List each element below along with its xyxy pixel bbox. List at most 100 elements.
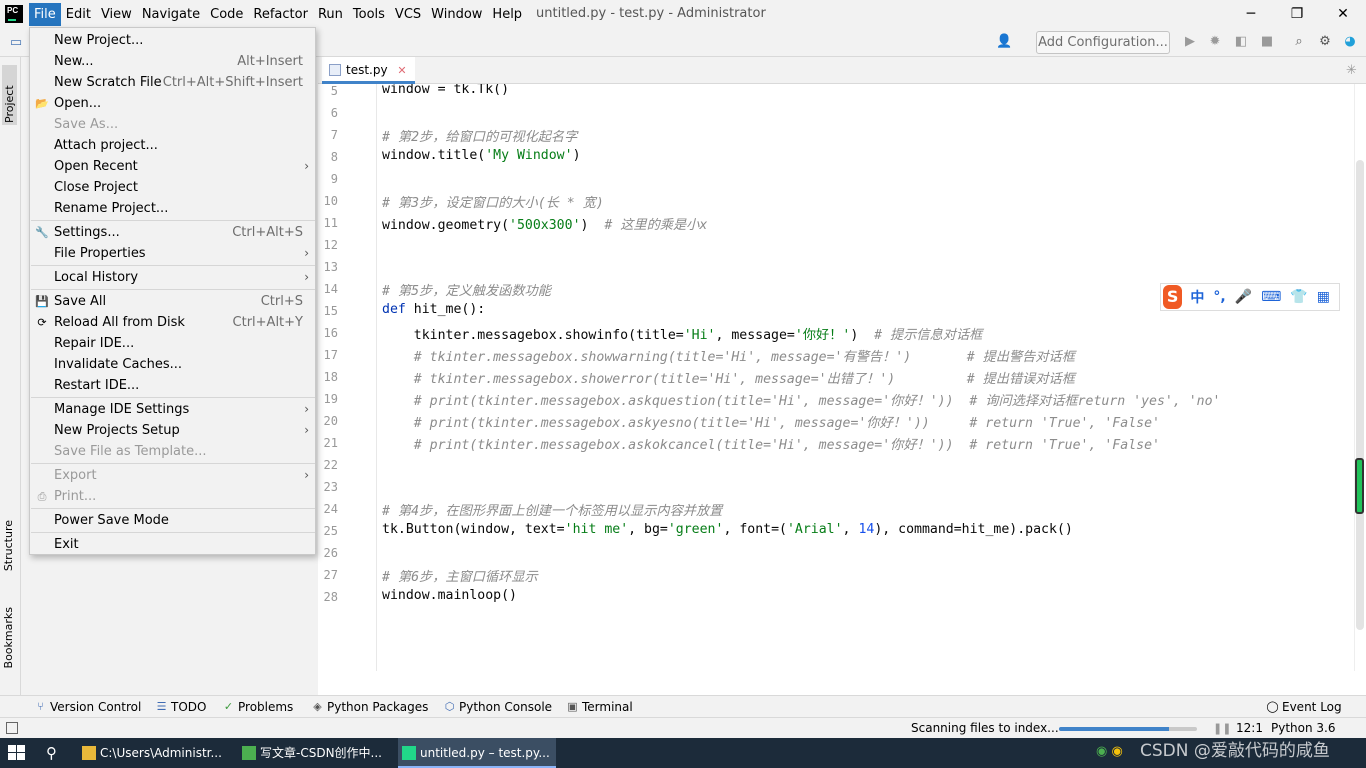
- file-menu-new[interactable]: New... Alt+Insert: [30, 51, 315, 72]
- ime-item[interactable]: 👕: [1290, 289, 1307, 305]
- search-icon[interactable]: ⚲: [46, 744, 57, 762]
- menu-view[interactable]: View: [96, 3, 137, 26]
- code-line[interactable]: def hit_me():: [382, 302, 485, 317]
- shield-icon[interactable]: ◉: [1111, 744, 1122, 759]
- run-icon[interactable]: ▶: [1182, 34, 1198, 50]
- file-menu-rename-project[interactable]: Rename Project...: [30, 198, 315, 219]
- menu-item-label: Repair IDE...: [54, 336, 135, 351]
- file-menu-new-projects-setup[interactable]: New Projects Setup ›: [30, 420, 315, 441]
- debug-icon[interactable]: ✹: [1207, 34, 1223, 50]
- tab-bookmarks[interactable]: Bookmarks: [2, 607, 15, 668]
- file-menu-repair-ide[interactable]: Repair IDE...: [30, 333, 315, 354]
- file-menu-local-history[interactable]: Local History ›: [30, 267, 315, 288]
- restore-button[interactable]: ❐: [1274, 0, 1320, 29]
- file-menu-restart-ide[interactable]: Restart IDE...: [30, 375, 315, 396]
- menu-help[interactable]: Help: [487, 3, 527, 26]
- layout-icon[interactable]: ▭: [8, 35, 24, 51]
- file-menu-exit[interactable]: Exit: [30, 534, 315, 555]
- user-icon[interactable]: 👤: [996, 34, 1012, 50]
- code-line[interactable]: # tkinter.messagebox.showwarning(title='…: [382, 346, 1075, 365]
- menu-file[interactable]: File: [29, 3, 61, 26]
- menu-window[interactable]: Window: [426, 3, 487, 26]
- python-icon: ⬡: [444, 700, 455, 713]
- menu-vcs[interactable]: VCS: [390, 3, 426, 26]
- file-menu-new-project[interactable]: New Project...: [30, 30, 315, 51]
- code-line[interactable]: tkinter.messagebox.showinfo(title='Hi', …: [382, 324, 983, 343]
- code-line[interactable]: window.mainloop(): [382, 588, 517, 603]
- menu-refactor[interactable]: Refactor: [248, 3, 313, 26]
- coverage-icon[interactable]: ◧: [1233, 34, 1249, 50]
- tool-window-version-control[interactable]: ⑂ Version Control: [34, 699, 141, 715]
- app-icon: [242, 746, 256, 760]
- file-menu-new-scratch-file[interactable]: New Scratch File Ctrl+Alt+Shift+Insert: [30, 72, 315, 93]
- taskbar-app[interactable]: C:\Users\Administr...: [78, 738, 230, 768]
- code-editor[interactable]: window = tk.Tk() # 第2步，给窗口的可视化起名字 window.t…: [377, 84, 1354, 671]
- file-menu-open-recent[interactable]: Open Recent ›: [30, 156, 315, 177]
- file-menu-reload-all-from-disk[interactable]: ⟳ Reload All from Disk Ctrl+Alt+Y: [30, 312, 315, 333]
- ime-item[interactable]: °,: [1213, 289, 1225, 305]
- event-log-button[interactable]: ◯ Event Log: [1266, 699, 1341, 715]
- ime-item[interactable]: 🎤: [1235, 289, 1252, 305]
- code-line[interactable]: # 第2步，给窗口的可视化起名字: [382, 126, 577, 145]
- wechat-icon[interactable]: ◉: [1096, 744, 1107, 759]
- file-menu-power-save-mode[interactable]: Power Save Mode: [30, 510, 315, 531]
- tool-window-python-packages[interactable]: ◈ Python Packages: [311, 699, 428, 715]
- layout-toggle-icon[interactable]: [6, 722, 18, 734]
- windows-start-icon[interactable]: [8, 745, 26, 761]
- file-menu-save-all[interactable]: 💾 Save All Ctrl+S: [30, 291, 315, 312]
- menu-code[interactable]: Code: [205, 3, 248, 26]
- tool-window-terminal[interactable]: ▣ Terminal: [566, 699, 632, 715]
- ime-item[interactable]: ⌨: [1261, 289, 1281, 305]
- tool-window-python-console[interactable]: ⬡ Python Console: [443, 699, 552, 715]
- scrollbar-thumb[interactable]: [1356, 160, 1364, 630]
- pause-icon[interactable]: ❚❚: [1213, 722, 1231, 735]
- file-menu-file-properties[interactable]: File Properties ›: [30, 243, 315, 264]
- menu-item-label: Print...: [54, 489, 97, 504]
- settings-icon[interactable]: ⚙: [1317, 34, 1333, 50]
- code-line[interactable]: # 第3步，设定窗口的大小(长 * 宽): [382, 192, 604, 211]
- code-line[interactable]: # 第5步，定义触发函数功能: [382, 280, 551, 299]
- system-tray[interactable]: ◉ ◉: [1096, 744, 1123, 759]
- code-line[interactable]: window.geometry('500x300') # 这里的乘是小x: [382, 214, 707, 233]
- menu-tools[interactable]: Tools: [348, 3, 390, 26]
- file-menu-export: Export ›: [30, 465, 315, 486]
- stop-icon[interactable]: ■: [1259, 34, 1275, 50]
- file-menu-manage-ide-settings[interactable]: Manage IDE Settings ›: [30, 399, 315, 420]
- menu-item-label: Restart IDE...: [54, 378, 140, 393]
- menu-navigate[interactable]: Navigate: [137, 3, 205, 26]
- python-interpreter[interactable]: Python 3.6: [1271, 721, 1336, 735]
- code-line[interactable]: window.title('My Window'): [382, 148, 581, 163]
- code-line[interactable]: # 第6步，主窗口循环显示: [382, 566, 538, 585]
- code-line[interactable]: # 第4步，在图形界面上创建一个标签用以显示内容并放置: [382, 500, 722, 519]
- add-configuration-button[interactable]: Add Configuration...: [1036, 31, 1170, 54]
- code-line[interactable]: # tkinter.messagebox.showerror(title='Hi…: [382, 368, 1075, 387]
- file-menu-close-project[interactable]: Close Project: [30, 177, 315, 198]
- minimize-button[interactable]: ─: [1228, 0, 1274, 29]
- taskbar-app[interactable]: untitled.py – test.py...: [398, 738, 556, 768]
- file-menu-attach-project[interactable]: Attach project...: [30, 135, 315, 156]
- code-line[interactable]: # print(tkinter.messagebox.askyesno(titl…: [382, 412, 1160, 431]
- taskbar-app[interactable]: 写文章-CSDN创作中...: [238, 738, 390, 768]
- code-line[interactable]: tk.Button(window, text='hit me', bg='gre…: [382, 522, 1073, 537]
- tab-project[interactable]: Project: [2, 65, 17, 125]
- code-line[interactable]: window = tk.Tk(): [382, 84, 509, 97]
- code-line[interactable]: # print(tkinter.messagebox.askokcancel(t…: [382, 434, 1160, 453]
- ime-item[interactable]: ▦: [1317, 289, 1330, 305]
- ime-toolbar[interactable]: S 中 °, 🎤 ⌨ 👕 ▦: [1160, 283, 1340, 311]
- tool-window-todo[interactable]: ☰ TODO: [155, 699, 207, 715]
- tool-window-problems[interactable]: ✓ Problems: [222, 699, 293, 715]
- ime-item[interactable]: 中: [1190, 287, 1204, 307]
- tab-structure[interactable]: Structure: [2, 520, 15, 571]
- file-menu-open[interactable]: 📂 Open...: [30, 93, 315, 114]
- file-menu-settings[interactable]: 🔧 Settings... Ctrl+Alt+S: [30, 222, 315, 243]
- close-icon[interactable]: ✕: [397, 64, 406, 77]
- tab-test-py[interactable]: test.py ✕: [322, 57, 415, 84]
- code-line[interactable]: # print(tkinter.messagebox.askquestion(t…: [382, 390, 1221, 409]
- close-window-button[interactable]: ✕: [1320, 0, 1366, 29]
- search-icon[interactable]: ⌕: [1291, 34, 1307, 50]
- menu-edit[interactable]: Edit: [61, 3, 96, 26]
- menu-run[interactable]: Run: [313, 3, 348, 26]
- caret-position[interactable]: 12:1: [1236, 721, 1263, 735]
- jetbrains-toolbox-icon[interactable]: ◕: [1342, 34, 1358, 50]
- file-menu-invalidate-caches[interactable]: Invalidate Caches...: [30, 354, 315, 375]
